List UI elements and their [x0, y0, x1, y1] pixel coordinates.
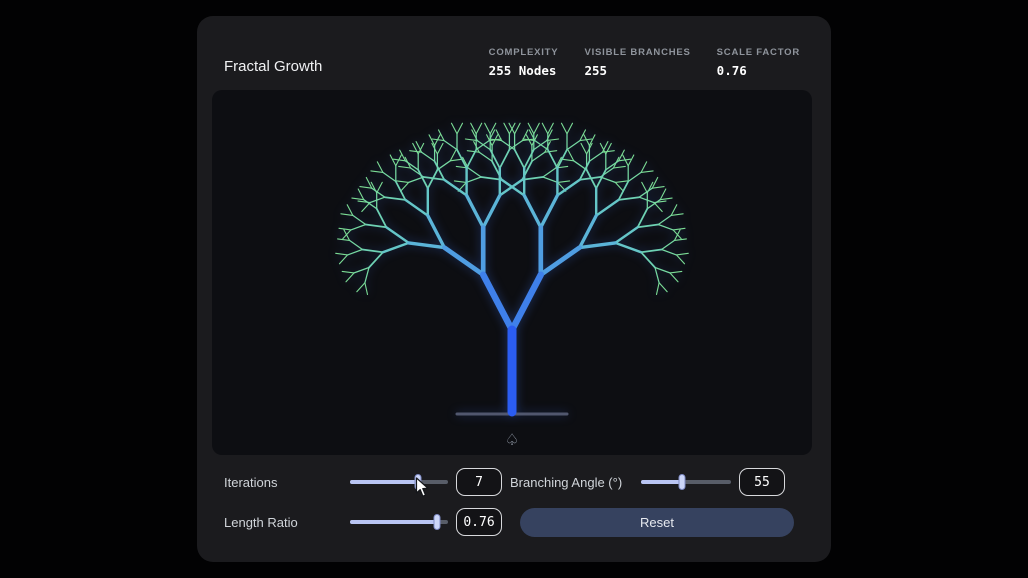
controls-row-1: Iterations 7 Branching Angle (°) 55 [224, 467, 794, 497]
stat-visible-branches-label: VISIBLE BRANCHES [584, 47, 690, 58]
iterations-label: Iterations [224, 475, 350, 490]
branching-angle-label: Branching Angle (°) [510, 475, 641, 490]
length-ratio-slider-thumb[interactable] [434, 514, 441, 530]
branching-angle-slider[interactable] [641, 473, 731, 491]
fractal-canvas: ♤ [212, 90, 812, 455]
tree-icon: ♤ [212, 433, 812, 449]
stat-complexity-value: 255 Nodes [489, 63, 559, 78]
branching-angle-slider-thumb[interactable] [678, 474, 685, 490]
length-ratio-value-input[interactable]: 0.76 [456, 508, 502, 536]
stats-group: COMPLEXITY 255 Nodes VISIBLE BRANCHES 25… [489, 47, 800, 78]
iterations-slider-track[interactable] [350, 480, 448, 484]
stat-complexity-label: COMPLEXITY [489, 47, 559, 58]
iterations-value-input[interactable]: 7 [456, 468, 502, 496]
page-title: Fractal Growth [224, 58, 322, 78]
stat-scale-factor: SCALE FACTOR 0.76 [717, 47, 800, 78]
stat-scale-factor-value: 0.76 [717, 63, 800, 78]
reset-button[interactable]: Reset [520, 508, 794, 537]
fractal-growth-panel: Fractal Growth COMPLEXITY 255 Nodes VISI… [197, 16, 831, 562]
iterations-slider[interactable] [350, 473, 448, 491]
stat-visible-branches: VISIBLE BRANCHES 255 [584, 47, 690, 78]
length-ratio-slider[interactable] [350, 513, 448, 531]
iterations-slider-thumb[interactable] [414, 474, 421, 490]
panel-header: Fractal Growth COMPLEXITY 255 Nodes VISI… [197, 16, 831, 90]
stat-visible-branches-value: 255 [584, 63, 690, 78]
length-ratio-label: Length Ratio [224, 515, 350, 530]
branching-angle-value-input[interactable]: 55 [739, 468, 785, 496]
fractal-tree-drawing [212, 90, 812, 455]
stat-complexity: COMPLEXITY 255 Nodes [489, 47, 559, 78]
stat-scale-factor-label: SCALE FACTOR [717, 47, 800, 58]
branching-angle-slider-track[interactable] [641, 480, 731, 484]
controls-row-2: Length Ratio 0.76 Reset [224, 507, 794, 537]
